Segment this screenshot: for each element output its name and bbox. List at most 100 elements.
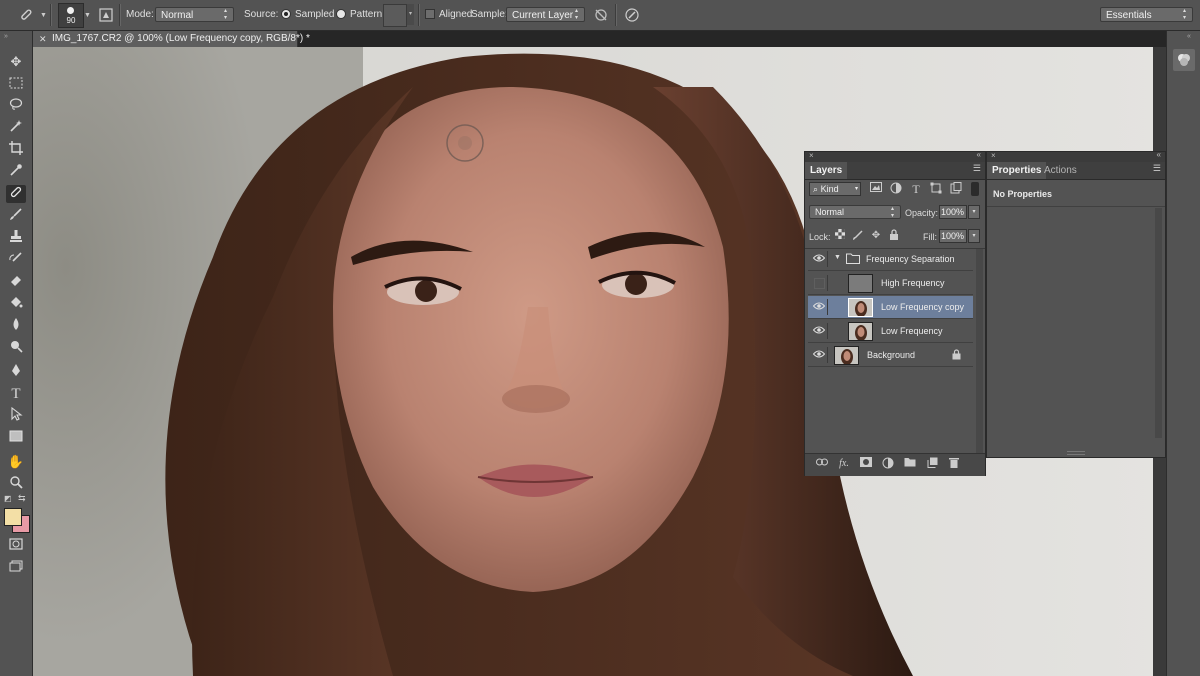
hand-tool-icon[interactable]: ✋: [6, 453, 26, 471]
layer-lock-icon: [952, 349, 961, 363]
layer-thumbnail: [834, 346, 859, 365]
collapse-properties-panel-icon[interactable]: «: [1157, 150, 1161, 159]
screen-mode-icon[interactable]: [6, 559, 26, 577]
layer-visibility-eye-icon[interactable]: [811, 299, 828, 315]
libraries-panel-icon[interactable]: [1173, 49, 1195, 71]
properties-panel-menu-icon[interactable]: ☰: [1153, 163, 1161, 174]
pressure-size-icon[interactable]: [624, 7, 640, 23]
new-group-icon[interactable]: [903, 457, 917, 471]
swap-colors-icon[interactable]: ⇆: [18, 493, 26, 504]
rectangle-tool-icon[interactable]: [6, 429, 26, 447]
add-layer-style-icon[interactable]: fx.: [837, 457, 851, 471]
blend-mode-dropdown[interactable]: Normal: [809, 205, 901, 220]
add-layer-mask-icon[interactable]: [859, 457, 873, 471]
lock-all-icon[interactable]: [887, 229, 901, 243]
dock-collapse-icon[interactable]: «: [1187, 33, 1191, 40]
workspace-switcher[interactable]: Essentials: [1100, 7, 1193, 22]
layer-thumbnail: [848, 322, 873, 341]
source-sampled-radio[interactable]: [281, 9, 291, 19]
filter-shape-layers-icon[interactable]: [929, 182, 943, 196]
eyedropper-tool-icon[interactable]: [6, 163, 26, 181]
new-layer-icon[interactable]: [925, 457, 939, 471]
history-brush-tool-icon[interactable]: [6, 251, 26, 269]
source-pattern-radio[interactable]: [336, 9, 346, 19]
lasso-tool-icon[interactable]: [6, 97, 26, 115]
layer-row[interactable]: High Frequency: [808, 272, 973, 295]
layer-visibility-eye-icon[interactable]: [811, 251, 828, 267]
opacity-input[interactable]: 100%: [939, 205, 967, 219]
tool-preset-dropdown-arrow-icon[interactable]: ▼: [40, 12, 47, 19]
group-expand-triangle-icon[interactable]: ▼: [834, 254, 841, 261]
ignore-adjustment-layers-icon[interactable]: [593, 7, 609, 23]
magic-wand-tool-icon[interactable]: [6, 119, 26, 137]
tab-layers[interactable]: Layers: [805, 162, 848, 179]
pattern-swatch[interactable]: [383, 4, 407, 27]
paint-bucket-tool-icon[interactable]: [6, 295, 26, 313]
marquee-tool-icon[interactable]: [6, 76, 26, 94]
close-layers-panel-icon[interactable]: ×: [809, 151, 814, 160]
layer-row[interactable]: Low Frequency: [808, 320, 973, 343]
filter-toggle-switch[interactable]: [971, 182, 979, 196]
lock-position-icon[interactable]: ✥: [869, 229, 883, 243]
layers-scrollbar[interactable]: [976, 249, 983, 454]
options-bar: ▼ 90 ▼ Mode: Normal Source: Sampled Patt…: [0, 0, 1200, 31]
opacity-slider-arrow-icon[interactable]: ▾: [968, 205, 980, 219]
pattern-label: Pattern:: [350, 9, 386, 20]
lock-transparent-pixels-icon[interactable]: [833, 229, 847, 243]
filter-pixel-layers-icon[interactable]: [869, 182, 883, 196]
pen-tool-icon[interactable]: [6, 363, 26, 381]
type-tool-icon[interactable]: T: [6, 385, 26, 403]
layer-visibility-eye-icon[interactable]: [811, 347, 828, 363]
move-tool-icon[interactable]: ✥: [6, 53, 26, 71]
dodge-tool-icon[interactable]: [6, 339, 26, 357]
layer-row[interactable]: ▼ Frequency Separation: [808, 248, 973, 271]
fill-slider-arrow-icon[interactable]: ▾: [968, 229, 980, 243]
layer-row[interactable]: Background: [808, 344, 973, 367]
aligned-checkbox[interactable]: [425, 9, 435, 19]
zoom-tool-icon[interactable]: [6, 475, 26, 493]
fill-input[interactable]: 100%: [939, 229, 967, 243]
path-selection-tool-icon[interactable]: [6, 406, 26, 425]
toggle-clone-source-panel-icon[interactable]: [98, 7, 114, 23]
delete-layer-icon[interactable]: [947, 457, 961, 471]
layer-thumbnail: [848, 298, 873, 317]
layer-visibility-eye-icon[interactable]: [811, 323, 828, 339]
close-properties-panel-icon[interactable]: ×: [991, 151, 996, 160]
crop-tool-icon[interactable]: [6, 141, 26, 159]
blur-tool-icon[interactable]: [6, 317, 26, 335]
document-tab[interactable]: ✕ IMG_1767.CR2 @ 100% (Low Frequency cop…: [33, 31, 310, 47]
layer-row-selected[interactable]: Low Frequency copy: [808, 296, 973, 319]
filter-smart-objects-icon[interactable]: [949, 182, 963, 196]
close-document-icon[interactable]: ✕: [39, 31, 47, 47]
properties-scrollbar[interactable]: [1155, 208, 1162, 438]
tab-actions[interactable]: Actions: [1039, 162, 1082, 179]
sample-dropdown[interactable]: Current Layer: [506, 7, 585, 22]
layers-panel-menu-icon[interactable]: ☰: [973, 163, 981, 174]
brush-picker-arrow-icon[interactable]: ▼: [84, 12, 91, 19]
mode-dropdown[interactable]: Normal: [155, 7, 234, 22]
filter-adjustment-layers-icon[interactable]: [889, 182, 903, 196]
default-colors-icon[interactable]: ◩: [4, 494, 12, 503]
layer-filter-dropdown[interactable]: ⌕ Kind ▾: [809, 182, 861, 196]
lock-image-pixels-icon[interactable]: [851, 229, 865, 243]
layer-visibility-empty-icon[interactable]: [811, 275, 828, 291]
eraser-tool-icon[interactable]: [6, 273, 26, 291]
layer-name: Frequency Separation: [866, 254, 955, 264]
properties-status: No Properties: [993, 189, 1053, 199]
link-layers-icon[interactable]: [815, 457, 829, 471]
tab-properties[interactable]: Properties: [987, 162, 1047, 179]
healing-brush-tool-preset-icon[interactable]: [18, 7, 34, 23]
quick-mask-icon[interactable]: [6, 537, 26, 555]
healing-brush-tool-icon[interactable]: [6, 185, 26, 203]
new-fill-adjustment-layer-icon[interactable]: [881, 457, 895, 471]
filter-type-layers-icon[interactable]: T: [909, 182, 923, 196]
collapse-layers-panel-icon[interactable]: «: [977, 150, 981, 159]
foreground-color-swatch[interactable]: [4, 508, 22, 526]
brush-size-picker[interactable]: 90: [58, 3, 84, 28]
properties-resize-grip[interactable]: [1067, 451, 1085, 455]
clone-stamp-tool-icon[interactable]: [6, 229, 26, 247]
brush-tool-icon[interactable]: [6, 207, 26, 225]
toolbox-collapse-icon[interactable]: »: [4, 33, 8, 40]
sampled-label: Sampled: [295, 9, 335, 20]
pattern-picker-arrow-icon[interactable]: ▾: [407, 4, 414, 25]
